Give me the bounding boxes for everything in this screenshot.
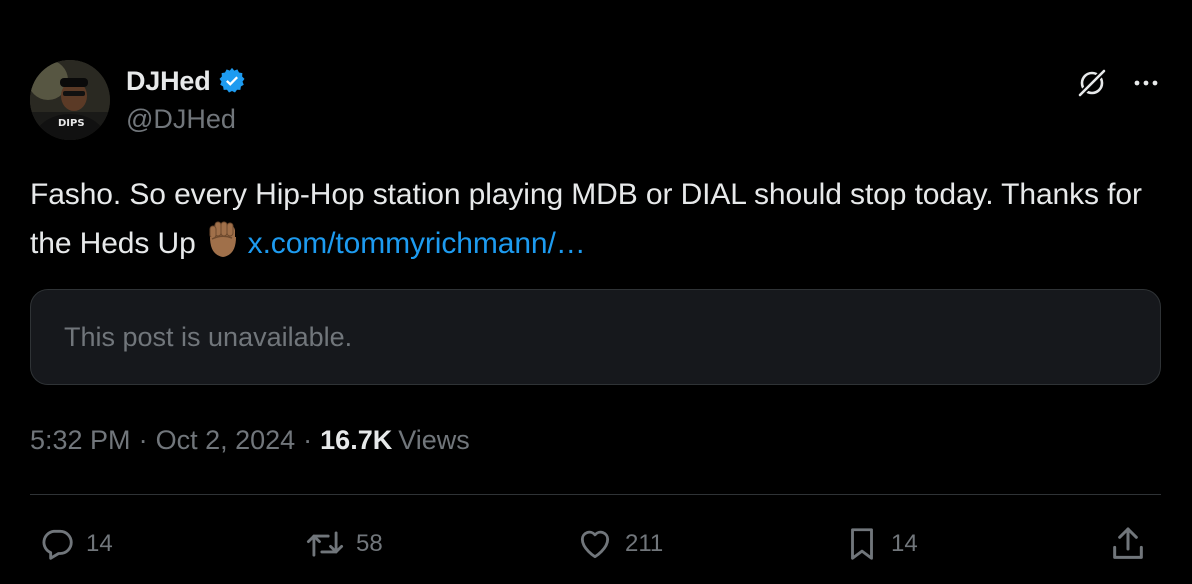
heart-icon xyxy=(580,530,610,559)
views-count[interactable]: 16.7K xyxy=(320,425,392,456)
bookmark-button[interactable]: 14 xyxy=(843,518,918,570)
post-detail: DIPS DJHed @DJHed Fasho. So every Hip-Ho… xyxy=(0,0,1192,584)
bookmark-count: 14 xyxy=(891,530,918,557)
meta-separator: · xyxy=(138,424,148,455)
post-header: DIPS DJHed @DJHed xyxy=(30,60,1161,142)
repost-button[interactable]: 58 xyxy=(304,518,383,570)
verified-badge-icon[interactable] xyxy=(217,66,247,96)
more-horizontal-icon[interactable] xyxy=(1131,68,1161,98)
divider xyxy=(30,494,1161,495)
meta-separator: · xyxy=(303,424,313,455)
reply-button[interactable]: 14 xyxy=(38,518,113,570)
post-date[interactable]: Oct 2, 2024 xyxy=(156,425,296,456)
repost-icon xyxy=(306,531,344,557)
author-handle[interactable]: @DJHed xyxy=(126,104,247,135)
reply-count: 14 xyxy=(86,530,113,557)
reply-icon xyxy=(42,529,73,560)
bookmark-icon xyxy=(851,528,873,560)
avatar[interactable]: DIPS xyxy=(30,60,110,140)
repost-count: 58 xyxy=(356,530,383,557)
avatar-image: DIPS xyxy=(30,60,110,140)
display-name[interactable]: DJHed xyxy=(126,66,211,97)
like-button[interactable]: 211 xyxy=(575,518,663,570)
post-time[interactable]: 5:32 PM xyxy=(30,425,131,456)
avatar-shirt-text: DIPS xyxy=(58,118,85,129)
post-body: Fasho. So every Hip-Hop station playing … xyxy=(30,178,1142,260)
action-bar: 14 58 211 14 xyxy=(30,518,1161,570)
share-icon xyxy=(1113,527,1143,559)
share-button[interactable] xyxy=(1108,518,1148,570)
views-label[interactable]: Views xyxy=(398,425,470,456)
raised-fist-emoji-icon xyxy=(202,219,244,261)
quoted-post-unavailable: This post is unavailable. xyxy=(30,289,1161,385)
display-name-row: DJHed xyxy=(126,64,247,98)
top-actions xyxy=(1075,66,1161,100)
grok-icon[interactable] xyxy=(1075,66,1109,100)
post-link[interactable]: x.com/tommyrichmann/… xyxy=(248,227,586,260)
post-text: Fasho. So every Hip-Hop station playing … xyxy=(30,170,1161,268)
author-names: DJHed @DJHed xyxy=(126,64,247,135)
unavailable-text: This post is unavailable. xyxy=(64,321,353,352)
post-meta: 5:32 PM · Oct 2, 2024 · 16.7K Views xyxy=(30,422,470,458)
like-count: 211 xyxy=(625,530,664,557)
